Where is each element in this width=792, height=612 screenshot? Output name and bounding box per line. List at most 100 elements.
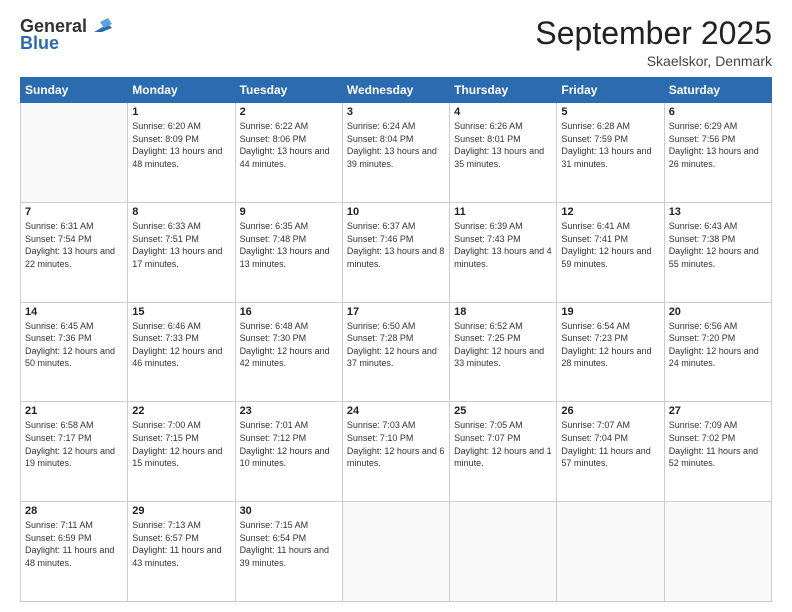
- calendar-week-row: 7 Sunrise: 6:31 AMSunset: 7:54 PMDaylight…: [21, 202, 772, 302]
- sunrise-label: Sunrise: 6:46 AM: [132, 321, 201, 331]
- day-info: Sunrise: 6:20 AMSunset: 8:09 PMDaylight:…: [132, 120, 230, 170]
- day-info: Sunrise: 7:00 AMSunset: 7:15 PMDaylight:…: [132, 419, 230, 469]
- calendar-day-cell: 11 Sunrise: 6:39 AMSunset: 7:43 PMDayligh…: [450, 202, 557, 302]
- calendar-day-cell: 17 Sunrise: 6:50 AMSunset: 7:28 PMDayligh…: [342, 302, 449, 402]
- calendar-day-cell: [557, 502, 664, 602]
- sunrise-label: Sunrise: 6:35 AM: [240, 221, 309, 231]
- sunrise-label: Sunrise: 6:33 AM: [132, 221, 201, 231]
- calendar-day-cell: 6Sunrise: 6:29 AMSunset: 7:56 PMDaylight…: [664, 103, 771, 203]
- day-number: 2: [240, 106, 338, 118]
- calendar-week-row: 14Sunrise: 6:45 AMSunset: 7:36 PMDayligh…: [21, 302, 772, 402]
- day-info: Sunrise: 6:43 AMSunset: 7:38 PMDaylight:…: [669, 220, 767, 270]
- page: General Blue September 2025 Skaelskor, D…: [0, 0, 792, 612]
- calendar-day-cell: 12Sunrise: 6:41 AMSunset: 7:41 PMDayligh…: [557, 202, 664, 302]
- day-number: 22: [132, 405, 230, 417]
- sunset-label: Sunset: 7:51 PM: [132, 234, 199, 244]
- sunset-label: Sunset: 8:06 PM: [240, 134, 307, 144]
- sunrise-label: Sunrise: 6:52 AM: [454, 321, 523, 331]
- day-number: 20: [669, 306, 767, 318]
- sunrise-label: Sunrise: 7:11 AM: [25, 520, 93, 530]
- day-info: Sunrise: 6:33 AM Sunset: 7:51 PM Daylight:…: [132, 220, 230, 270]
- day-info: Sunrise: 6:24 AMSunset: 8:04 PMDaylight:…: [347, 120, 445, 170]
- month-title: September 2025: [535, 16, 772, 51]
- calendar-day-cell: 19Sunrise: 6:54 AMSunset: 7:23 PMDayligh…: [557, 302, 664, 402]
- sunset-label: Sunset: 6:57 PM: [132, 533, 199, 543]
- calendar-day-cell: 13Sunrise: 6:43 AMSunset: 7:38 PMDayligh…: [664, 202, 771, 302]
- sunset-label: Sunset: 7:59 PM: [561, 134, 628, 144]
- day-number: 1: [132, 106, 230, 118]
- day-number: 7: [25, 206, 123, 218]
- sunrise-label: Sunrise: 6:29 AM: [669, 121, 738, 131]
- sunset-label: Sunset: 7:15 PM: [132, 433, 199, 443]
- calendar-day-cell: 30Sunrise: 7:15 AMSunset: 6:54 PMDayligh…: [235, 502, 342, 602]
- day-number: 3: [347, 106, 445, 118]
- day-number: 5: [561, 106, 659, 118]
- day-info: Sunrise: 7:09 AMSunset: 7:02 PMDaylight:…: [669, 419, 767, 469]
- calendar-day-cell: 26Sunrise: 7:07 AMSunset: 7:04 PMDayligh…: [557, 402, 664, 502]
- day-of-week-header: Monday: [128, 78, 235, 103]
- day-info: Sunrise: 6:52 AMSunset: 7:25 PMDaylight:…: [454, 320, 552, 370]
- calendar-day-cell: 27Sunrise: 7:09 AMSunset: 7:02 PMDayligh…: [664, 402, 771, 502]
- sunrise-label: Sunrise: 7:05 AM: [454, 420, 523, 430]
- sunset-label: Sunset: 7:10 PM: [347, 433, 414, 443]
- daylight-label: Daylight: 12 hours and 19 minutes.: [25, 446, 115, 469]
- calendar-week-row: 28Sunrise: 7:11 AMSunset: 6:59 PMDayligh…: [21, 502, 772, 602]
- daylight-label: Daylight: 13 hours and 22 minutes.: [25, 246, 115, 269]
- calendar-day-cell: 21Sunrise: 6:58 AMSunset: 7:17 PMDayligh…: [21, 402, 128, 502]
- calendar-day-cell: [664, 502, 771, 602]
- daylight-label: Daylight: 12 hours and 37 minutes.: [347, 346, 437, 369]
- day-number: 8: [132, 206, 230, 218]
- day-info: Sunrise: 6:39 AMSunset: 7:43 PMDaylight:…: [454, 220, 552, 270]
- day-info: Sunrise: 6:26 AMSunset: 8:01 PMDaylight:…: [454, 120, 552, 170]
- sunrise-label: Sunrise: 6:41 AM: [561, 221, 630, 231]
- calendar-day-cell: 20 Sunrise: 6:56 AMSunset: 7:20 PMDayligh…: [664, 302, 771, 402]
- location: Skaelskor, Denmark: [535, 53, 772, 69]
- sunset-label: Sunset: 7:07 PM: [454, 433, 521, 443]
- sunset-label: Sunset: 7:56 PM: [669, 134, 736, 144]
- day-of-week-header: Tuesday: [235, 78, 342, 103]
- day-info: Sunrise: 6:50 AMSunset: 7:28 PMDaylight:…: [347, 320, 445, 370]
- sunrise-label: Sunrise: 6:28 AM: [561, 121, 630, 131]
- daylight-label: Daylight: 12 hours and 55 minutes.: [669, 246, 759, 269]
- daylight-label: Daylight: 11 hours and 57 minutes.: [561, 446, 650, 469]
- day-info: Sunrise: 6:22 AMSunset: 8:06 PMDaylight:…: [240, 120, 338, 170]
- day-info: Sunrise: 6:54 AMSunset: 7:23 PMDaylight:…: [561, 320, 659, 370]
- sunrise-label: Sunrise: 7:01 AM: [240, 420, 309, 430]
- day-info: Sunrise: 6:31 AMSunset: 7:54 PMDaylight:…: [25, 220, 123, 270]
- day-of-week-header: Friday: [557, 78, 664, 103]
- sunset-label: Sunset: 7:43 PM: [454, 234, 521, 244]
- sunrise-label: Sunrise: 6:22 AM: [240, 121, 309, 131]
- daylight-label: Daylight: 13 hours and 4 minutes.: [454, 246, 552, 269]
- daylight-label: Daylight: 12 hours and 28 minutes.: [561, 346, 651, 369]
- sunset-label: Sunset: 7:41 PM: [561, 234, 628, 244]
- sunset-label: Sunset: 8:04 PM: [347, 134, 414, 144]
- calendar-day-cell: 25Sunrise: 7:05 AMSunset: 7:07 PMDayligh…: [450, 402, 557, 502]
- sunset-label: Sunset: 7:17 PM: [25, 433, 92, 443]
- daylight-label: Daylight: 12 hours and 42 minutes.: [240, 346, 330, 369]
- day-info: Sunrise: 6:56 AMSunset: 7:20 PMDaylight:…: [669, 320, 767, 370]
- sunset-label: Sunset: 7:36 PM: [25, 333, 92, 343]
- day-info: Sunrise: 6:46 AMSunset: 7:33 PMDaylight:…: [132, 320, 230, 370]
- daylight-label: Daylight: 12 hours and 6 minutes.: [347, 446, 445, 469]
- calendar-table: SundayMondayTuesdayWednesdayThursdayFrid…: [20, 77, 772, 602]
- daylight-label: Daylight: 13 hours and 31 minutes.: [561, 146, 651, 169]
- calendar-day-cell: 18 Sunrise: 6:52 AMSunset: 7:25 PMDayligh…: [450, 302, 557, 402]
- daylight-label: Daylight: 13 hours and 17 minutes.: [132, 246, 222, 269]
- logo: General Blue: [20, 16, 112, 54]
- sunset-label: Sunset: 7:04 PM: [561, 433, 628, 443]
- day-number: 11: [454, 206, 552, 218]
- daylight-label: Daylight: 12 hours and 1 minute.: [454, 446, 552, 469]
- sunset-label: Sunset: 7:38 PM: [669, 234, 736, 244]
- calendar-day-cell: 28Sunrise: 7:11 AMSunset: 6:59 PMDayligh…: [21, 502, 128, 602]
- day-number: 17: [347, 306, 445, 318]
- day-number: 18: [454, 306, 552, 318]
- calendar-day-cell: 3 Sunrise: 6:24 AMSunset: 8:04 PMDaylight…: [342, 103, 449, 203]
- sunset-label: Sunset: 7:33 PM: [132, 333, 199, 343]
- day-number: 6: [669, 106, 767, 118]
- day-number: 29: [132, 505, 230, 517]
- day-info: Sunrise: 6:45 AMSunset: 7:36 PMDaylight:…: [25, 320, 123, 370]
- sunrise-label: Sunrise: 7:13 AM: [132, 520, 201, 530]
- sunset-label: Sunset: 6:59 PM: [25, 533, 92, 543]
- day-number: 30: [240, 505, 338, 517]
- sunset-label: Sunset: 7:54 PM: [25, 234, 92, 244]
